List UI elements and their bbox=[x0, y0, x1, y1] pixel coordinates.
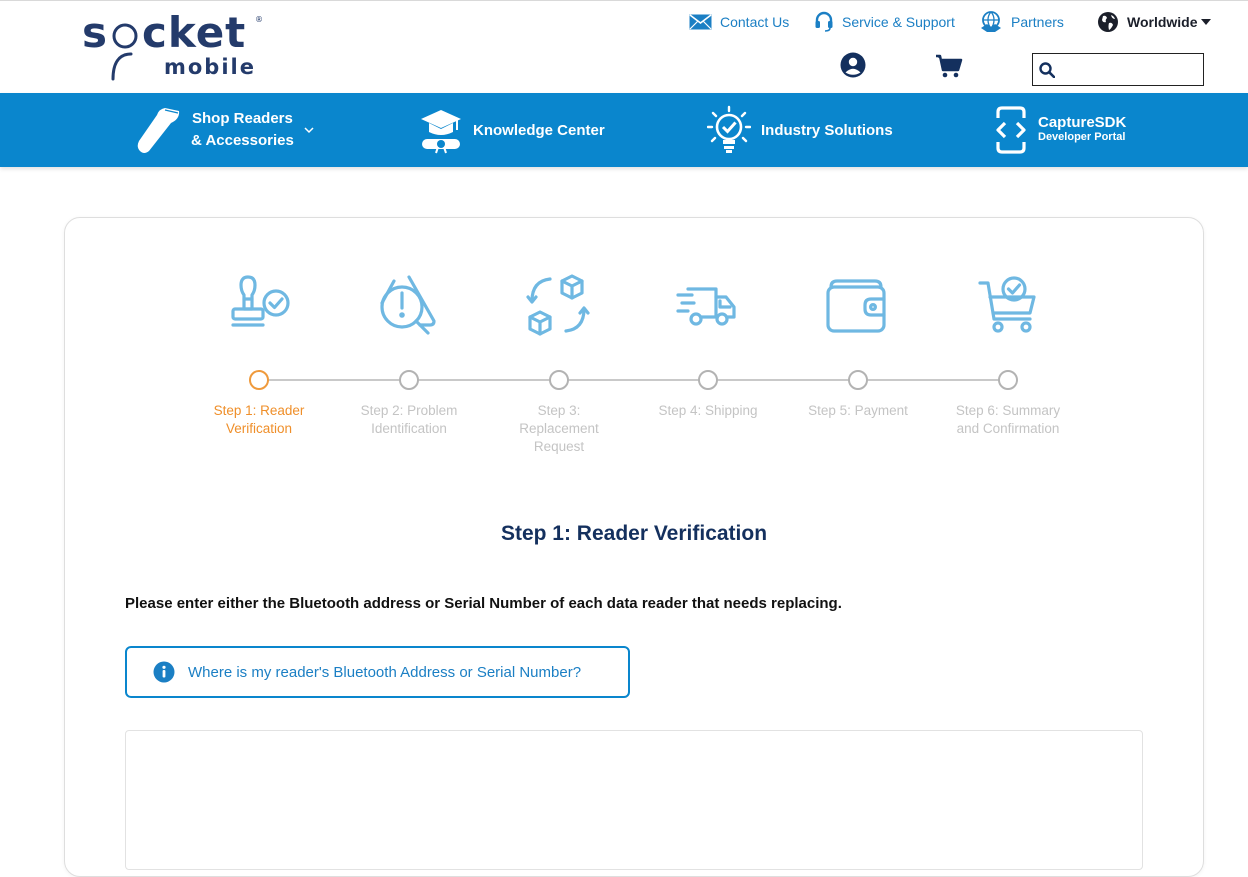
page-title: Step 1: Reader Verification bbox=[500, 522, 768, 545]
site-header: s cket ® mobile Contact Us Service & Supp… bbox=[0, 0, 1248, 93]
step-6-label: Step 6: Summary and Confirmation bbox=[955, 403, 1061, 436]
reader-entry-panel bbox=[125, 730, 1143, 870]
logo-subword: mobile bbox=[164, 55, 256, 79]
handshake-globe-icon bbox=[981, 11, 1001, 32]
service-support-label: Service & Support bbox=[842, 14, 955, 30]
region-label: Worldwide bbox=[1127, 14, 1198, 30]
step-1-dot bbox=[249, 370, 269, 390]
step-2-label: Step 2: Problem Identification bbox=[360, 403, 458, 436]
search-box[interactable] bbox=[1032, 53, 1204, 86]
step-2-dot bbox=[399, 370, 419, 390]
region-selector[interactable]: Worldwide bbox=[1097, 10, 1211, 34]
nav-industry-solutions[interactable]: Industry Solutions bbox=[707, 93, 893, 167]
globe-icon bbox=[1098, 12, 1118, 32]
help-button-label: Where is my reader's Bluetooth Address o… bbox=[188, 663, 582, 681]
search-icon bbox=[1039, 62, 1055, 78]
code-device-icon bbox=[996, 106, 1026, 154]
instruction-text: Please enter either the Bluetooth addres… bbox=[125, 595, 842, 612]
info-icon bbox=[153, 661, 175, 683]
delivery-truck-icon bbox=[676, 287, 736, 326]
main-navigation: Shop Readers & Accessories Knowledge Cent… bbox=[0, 93, 1248, 167]
progress-track bbox=[259, 379, 1008, 381]
wallet-icon bbox=[826, 279, 886, 333]
socket-mobile-logo[interactable]: s cket ® mobile bbox=[82, 7, 263, 83]
stamp-check-icon bbox=[231, 275, 290, 327]
nav-knowledge-center[interactable]: Knowledge Center bbox=[419, 93, 605, 167]
headset-icon bbox=[815, 11, 833, 32]
chevron-down-icon bbox=[304, 126, 314, 133]
step-6-dot bbox=[998, 370, 1018, 390]
logo-registered-mark: ® bbox=[255, 15, 263, 24]
step-3-label: Step 3: Replacement Request bbox=[519, 403, 599, 454]
partners-label: Partners bbox=[1011, 14, 1064, 30]
nav-capturesdk[interactable]: CaptureSDK Developer Portal bbox=[994, 93, 1126, 167]
contact-us-link[interactable]: Contact Us bbox=[689, 10, 789, 34]
contact-us-label: Contact Us bbox=[720, 14, 790, 30]
account-icon[interactable] bbox=[840, 52, 866, 78]
logo-swoosh-icon bbox=[111, 52, 133, 81]
shopping-cart-icon[interactable] bbox=[935, 54, 963, 78]
step-3-dot bbox=[549, 370, 569, 390]
logo-ring-icon bbox=[112, 23, 138, 49]
nav-sdk-label: CaptureSDK Developer Portal bbox=[1038, 115, 1126, 145]
box-exchange-icon bbox=[526, 274, 590, 336]
logo-wordmark: s cket bbox=[82, 8, 247, 57]
envelope-icon bbox=[689, 14, 712, 30]
nav-sdk-line2: Developer Portal bbox=[1038, 131, 1126, 143]
cart-check-icon bbox=[978, 276, 1036, 333]
serial-number-help-button[interactable]: Where is my reader's Bluetooth Address o… bbox=[125, 646, 630, 698]
step-4-dot bbox=[698, 370, 718, 390]
partners-link[interactable]: Partners bbox=[979, 10, 1064, 34]
step-5-dot bbox=[848, 370, 868, 390]
search-input[interactable] bbox=[1061, 57, 1199, 82]
service-support-link[interactable]: Service & Support bbox=[814, 10, 955, 34]
warning-magnifier-icon bbox=[380, 275, 436, 335]
nav-industry-label: Industry Solutions bbox=[761, 121, 893, 139]
nav-shop-line1: Shop Readers bbox=[191, 110, 293, 127]
step-1-label: Step 1: Reader Verification bbox=[213, 403, 305, 436]
nav-knowledge-label: Knowledge Center bbox=[473, 121, 605, 139]
lightbulb-check-icon bbox=[707, 105, 751, 153]
nav-shop-line2: & Accessories bbox=[191, 132, 294, 149]
step-4-label: Step 4: Shipping bbox=[658, 403, 758, 418]
step-5-label: Step 5: Payment bbox=[808, 403, 908, 418]
nav-shop-readers[interactable]: Shop Readers & Accessories bbox=[135, 93, 314, 167]
caret-down-icon bbox=[1200, 19, 1211, 25]
nav-shop-label: Shop Readers & Accessories bbox=[191, 108, 294, 152]
scanner-icon bbox=[137, 108, 180, 153]
graduation-cap-icon bbox=[421, 110, 461, 154]
nav-sdk-line1: CaptureSDK bbox=[1038, 114, 1127, 131]
